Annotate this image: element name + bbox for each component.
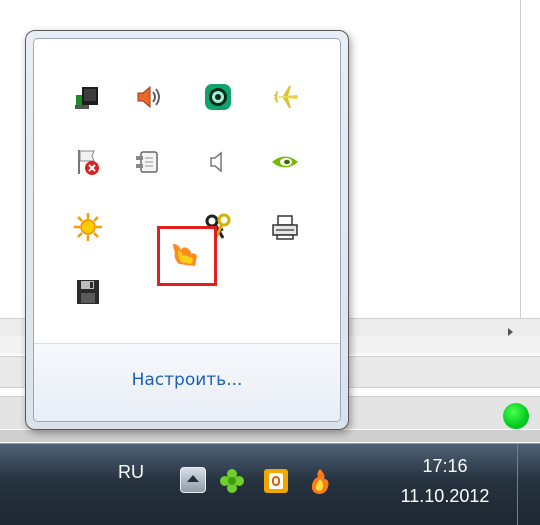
popup-footer: Настроить... bbox=[34, 343, 340, 421]
background-window-edge bbox=[520, 0, 521, 318]
taskbar: RU 17:16 11.10.2012 bbox=[0, 443, 540, 525]
power-plug-icon[interactable] bbox=[132, 146, 164, 178]
hidden-icons-grid bbox=[34, 39, 340, 335]
scroll-right-arrow-icon[interactable] bbox=[508, 328, 513, 336]
action-center-error-icon[interactable] bbox=[72, 146, 104, 178]
clock-date[interactable]: 11.10.2012 bbox=[382, 486, 508, 507]
notification-overflow-panel: Настроить... bbox=[33, 38, 341, 422]
nvidia-icon[interactable] bbox=[269, 146, 301, 178]
customize-link[interactable]: Настроить... bbox=[34, 370, 340, 390]
notification-overflow-popup: Настроить... bbox=[25, 30, 349, 430]
office-icon[interactable] bbox=[262, 467, 290, 495]
language-indicator[interactable]: RU bbox=[118, 462, 144, 483]
show-desktop-divider[interactable] bbox=[517, 444, 518, 525]
airplane-icon[interactable] bbox=[269, 81, 301, 113]
sun-icon[interactable] bbox=[72, 211, 104, 243]
floppy-disk-icon[interactable] bbox=[72, 276, 104, 308]
flame-icon[interactable] bbox=[306, 467, 334, 495]
show-hidden-icons-button[interactable] bbox=[180, 467, 206, 493]
background-divider bbox=[0, 430, 540, 442]
network-icon[interactable] bbox=[72, 81, 104, 113]
clover-icon[interactable] bbox=[218, 467, 246, 495]
muted-speaker-icon[interactable] bbox=[202, 146, 234, 178]
printer-icon[interactable] bbox=[269, 211, 301, 243]
chevron-up-icon bbox=[187, 475, 199, 482]
green-circle-app-icon[interactable] bbox=[202, 81, 234, 113]
highlight-frame bbox=[157, 226, 217, 286]
volume-icon[interactable] bbox=[132, 81, 164, 113]
clock-time[interactable]: 17:16 bbox=[390, 456, 500, 477]
status-indicator-icon bbox=[503, 403, 529, 429]
